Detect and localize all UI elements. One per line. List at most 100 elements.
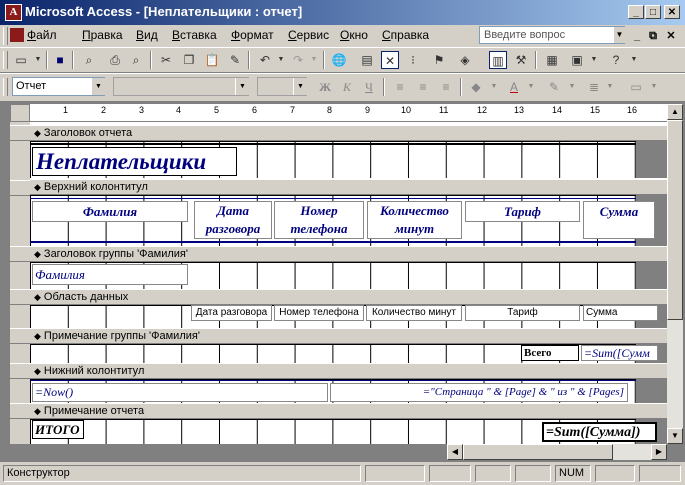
save-icon[interactable]: ■ (51, 51, 69, 69)
report-design-surface[interactable]: ◆ Заголовок отчета Неплательщики ◆ Верхний… (30, 122, 667, 444)
copy-icon[interactable]: ❐ (180, 51, 198, 69)
undo-dropdown-icon[interactable]: ▼ (272, 51, 290, 69)
autoformat-icon[interactable]: ⚑ (430, 51, 448, 69)
group-surname-field[interactable]: Фамилия (32, 264, 188, 285)
field-list-icon[interactable]: ▤ (358, 51, 376, 69)
detail-sum-field[interactable]: Сумма (583, 305, 658, 321)
special-effect-dropdown-icon[interactable]: ▼ (645, 78, 663, 96)
menu-help[interactable]: Справка (382, 28, 429, 42)
align-center-icon[interactable]: ≡ (414, 78, 432, 96)
italic-icon[interactable]: К (338, 78, 356, 96)
report-title-label[interactable]: Неплательщики (32, 147, 237, 176)
cut-icon[interactable]: ✂ (157, 51, 175, 69)
section-bar-group-header[interactable]: ◆ Заголовок группы 'Фамилия' (30, 246, 667, 262)
section-selector[interactable] (10, 180, 30, 196)
help-dropdown-icon[interactable]: ▼ (625, 51, 643, 69)
print-icon[interactable]: ⎙ (106, 51, 124, 69)
fill-color-icon[interactable]: ◆ (467, 78, 485, 96)
help-icon[interactable]: ? (607, 51, 625, 69)
help-dropdown-arrow[interactable]: ▼ (614, 27, 625, 43)
header-phone-label[interactable]: Номер телефона (274, 201, 364, 239)
new-object-icon[interactable]: ▣ (568, 51, 586, 69)
ruler-corner[interactable] (10, 104, 30, 122)
help-search-input[interactable]: Введите вопрос (479, 26, 625, 44)
section-bar-detail[interactable]: ◆ Область данных (30, 289, 667, 305)
header-minutes-label[interactable]: Количество минут (367, 201, 462, 239)
doc-restore-icon[interactable]: ⧉ (646, 29, 660, 43)
section-bar-page-footer[interactable]: ◆ Нижний колонтитул (30, 363, 667, 379)
database-window-icon[interactable]: ▦ (543, 51, 561, 69)
special-effect-icon[interactable]: ▭ (627, 78, 645, 96)
page-header-top-line[interactable] (30, 198, 636, 199)
underline-icon[interactable]: Ч (360, 78, 378, 96)
page-footer-now-field[interactable]: =Now() (32, 383, 328, 402)
minimize-button[interactable]: _ (628, 5, 644, 19)
page-footer-line[interactable] (30, 380, 636, 381)
align-right-icon[interactable]: ≡ (437, 78, 455, 96)
page-footer-pages-field[interactable]: ="Страница " & [Page] & " из " & [Pages] (330, 383, 628, 402)
section-selector[interactable] (10, 403, 30, 419)
menu-insert[interactable]: Вставка (172, 28, 217, 42)
detail-tariff-field[interactable]: Тариф (465, 305, 580, 321)
fill-color-dropdown-icon[interactable]: ▼ (485, 78, 503, 96)
horizontal-ruler[interactable] (30, 104, 667, 122)
view-icon[interactable]: ▭ (12, 51, 30, 69)
font-select[interactable] (113, 77, 249, 96)
access-app-icon[interactable]: A (5, 4, 22, 21)
menu-format[interactable]: Формат (231, 28, 274, 42)
line-color-dropdown-icon[interactable]: ▼ (563, 78, 581, 96)
section-selector[interactable] (10, 125, 30, 141)
menu-window[interactable]: Окно (340, 28, 368, 42)
detail-date-field[interactable]: Дата разговора (191, 305, 272, 321)
doc-close-icon[interactable]: ✕ (664, 29, 678, 43)
scroll-left-arrow-icon[interactable]: ◀ (447, 444, 463, 460)
builder-icon[interactable]: ⚒ (512, 51, 530, 69)
section-bar-report-header[interactable]: ◆ Заголовок отчета (30, 125, 667, 141)
report-total-label[interactable]: ИТОГО (32, 420, 84, 439)
scroll-up-arrow-icon[interactable]: ▲ (667, 104, 683, 120)
menu-edit[interactable]: Правка (82, 28, 123, 42)
properties-icon[interactable]: ▥ (489, 51, 507, 69)
report-doc-icon[interactable] (10, 28, 24, 42)
header-surname-label[interactable]: Фамилия (32, 201, 188, 222)
section-bar-page-header[interactable]: ◆ Верхний колонтитул (30, 179, 667, 195)
toolbar-grip[interactable] (3, 51, 8, 69)
new-object-dropdown-icon[interactable]: ▼ (585, 51, 603, 69)
header-line[interactable] (30, 143, 636, 145)
format-painter-icon[interactable]: ✎ (226, 51, 244, 69)
maximize-button[interactable]: □ (645, 5, 661, 19)
header-sum-label[interactable]: Сумма (583, 201, 655, 239)
view-dropdown-icon[interactable]: ▼ (29, 51, 47, 69)
header-tariff-label[interactable]: Тариф (465, 201, 580, 222)
vertical-ruler[interactable] (10, 122, 30, 444)
section-selector[interactable] (10, 289, 30, 305)
horizontal-scroll-thumb[interactable] (463, 444, 613, 460)
section-bar-group-footer[interactable]: ◆ Примечание группы 'Фамилия' (30, 328, 667, 344)
redo-dropdown-icon[interactable]: ▼ (305, 51, 323, 69)
paste-icon[interactable]: 📋 (203, 51, 221, 69)
line-width-dropdown-icon[interactable]: ▼ (601, 78, 619, 96)
report-sum-field[interactable]: =Sum([Сумма]) (542, 422, 657, 442)
menu-view[interactable]: Вид (136, 28, 158, 42)
group-total-label[interactable]: Всего (521, 345, 579, 361)
section-bar-report-footer[interactable]: ◆ Примечание отчета (30, 403, 667, 419)
section-selector[interactable] (10, 328, 30, 344)
toolbar-grip[interactable] (3, 78, 8, 96)
font-size-select-arrow[interactable]: ▼ (293, 78, 307, 95)
font-color-icon[interactable]: A (505, 78, 523, 96)
page-header-bottom-line[interactable] (30, 241, 636, 243)
group-sum-field[interactable]: =Sum([Сумм (581, 345, 658, 361)
menu-grip[interactable] (3, 27, 8, 45)
sorting-grouping-icon[interactable]: ⁝ (404, 51, 422, 69)
vertical-scroll-thumb[interactable] (667, 120, 683, 320)
search-icon[interactable]: ⌕ (80, 51, 98, 69)
toolbox-icon[interactable]: ✕ (381, 51, 399, 69)
align-left-icon[interactable]: ≡ (391, 78, 409, 96)
doc-minimize-icon[interactable]: _ (630, 29, 644, 43)
menu-file[interactable]: Файл (27, 28, 57, 42)
line-color-icon[interactable]: ✎ (545, 78, 563, 96)
section-selector[interactable] (10, 363, 30, 379)
section-selector[interactable] (10, 246, 30, 262)
print-preview-icon[interactable]: ⌕ (127, 51, 145, 69)
detail-phone-field[interactable]: Номер телефона (274, 305, 364, 321)
